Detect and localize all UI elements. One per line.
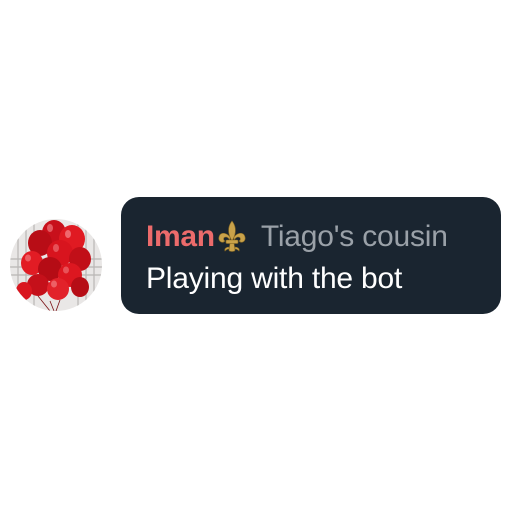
avatar[interactable] xyxy=(10,219,102,311)
sender-name[interactable]: Iman xyxy=(146,220,215,254)
sender-tag: Tiago's cousin xyxy=(260,220,448,253)
fleur-de-lis-icon xyxy=(217,220,247,254)
message-row: Iman Tiago's cousin Playing with the bot xyxy=(0,0,512,512)
message-bubble[interactable]: Iman Tiago's cousin Playing with the bot xyxy=(121,197,501,314)
message-header: Iman Tiago's cousin xyxy=(146,217,501,257)
message-text: Playing with the bot xyxy=(146,262,403,295)
red-balloons-photo-icon xyxy=(10,219,102,311)
